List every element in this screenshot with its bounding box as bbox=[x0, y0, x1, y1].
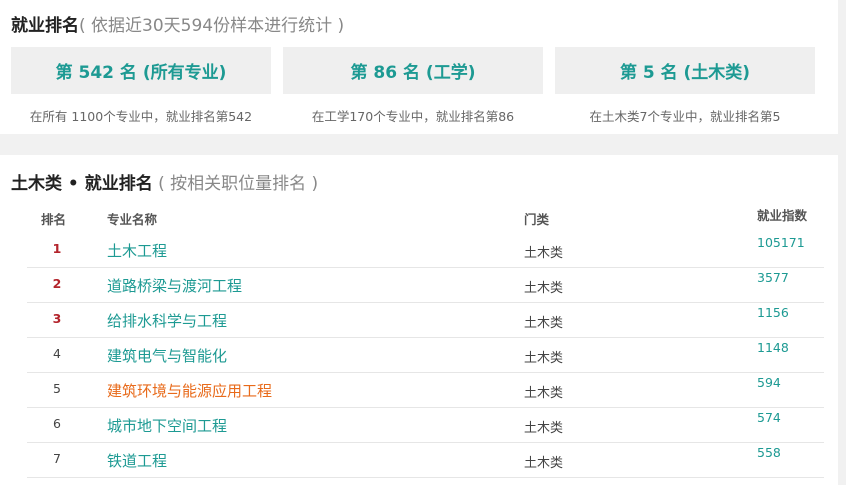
major-name-link[interactable]: 建筑电气与智能化 bbox=[107, 345, 227, 366]
major-name-link[interactable]: 城市地下空间工程 bbox=[107, 415, 227, 436]
section-title: 就业排名( 依据近30天594份样本进行统计 ) bbox=[11, 11, 344, 36]
rank-cell: 5 bbox=[53, 381, 61, 396]
employment-ranking-panel: 就业排名( 依据近30天594份样本进行统计 ) 第 542 名 (所有专业) … bbox=[0, 0, 838, 134]
table-row: 4 建筑电气与智能化 土木类 1148 bbox=[27, 337, 824, 373]
rank-cell: 6 bbox=[53, 416, 61, 431]
section-title-text: 就业排名 bbox=[11, 16, 79, 36]
rank-cell: 3 bbox=[52, 311, 62, 326]
table-row: 6 城市地下空间工程 土木类 574 bbox=[27, 407, 824, 443]
header-name: 专业名称 bbox=[107, 212, 158, 227]
table-subtitle: ( 按相关职位量排名 ) bbox=[158, 174, 319, 194]
category-cell: 土木类 bbox=[524, 316, 564, 331]
header-index: 就业指数 bbox=[757, 208, 808, 223]
index-cell: 574 bbox=[757, 410, 781, 425]
rank-civil-box: 第 5 名 (土木类) bbox=[555, 47, 815, 94]
table-row: 5 建筑环境与能源应用工程 土木类 594 bbox=[27, 372, 824, 408]
rank-engineering-desc: 在工学170个专业中，就业排名第86 bbox=[311, 109, 515, 124]
table-row: 3 给排水科学与工程 土木类 1156 bbox=[27, 302, 824, 338]
header-category: 门类 bbox=[524, 212, 550, 227]
rank-civil-desc: 在土木类7个专业中，就业排名第5 bbox=[589, 109, 781, 124]
major-name-link[interactable]: 给排水科学与工程 bbox=[107, 310, 227, 331]
index-cell: 558 bbox=[757, 445, 781, 460]
index-cell: 3577 bbox=[757, 270, 789, 285]
category-cell: 土木类 bbox=[524, 351, 564, 366]
rank-cell: 1 bbox=[52, 241, 62, 256]
category-cell: 土木类 bbox=[524, 246, 564, 261]
major-name-link[interactable]: 土木工程 bbox=[107, 240, 167, 261]
index-cell: 105171 bbox=[757, 235, 805, 250]
rank-all-majors-box: 第 542 名 (所有专业) bbox=[11, 47, 271, 94]
header-rank: 排名 bbox=[41, 212, 67, 227]
table-row: 7 铁道工程 土木类 558 bbox=[27, 442, 824, 478]
category-cell: 土木类 bbox=[524, 421, 564, 436]
index-cell: 1156 bbox=[757, 305, 789, 320]
table-title: 土木类 • 就业排名 ( 按相关职位量排名 ) bbox=[11, 169, 318, 194]
major-name-link[interactable]: 铁道工程 bbox=[107, 450, 167, 471]
table-row: 1 土木工程 土木类 105171 bbox=[27, 232, 824, 268]
rank-engineering-box: 第 86 名 (工学) bbox=[283, 47, 543, 94]
major-name-link-current[interactable]: 建筑环境与能源应用工程 bbox=[107, 380, 272, 401]
rank-cell: 2 bbox=[52, 276, 62, 291]
index-cell: 594 bbox=[757, 375, 781, 390]
rank-all-majors-desc: 在所有 1100个专业中，就业排名第542 bbox=[29, 109, 253, 124]
category-cell: 土木类 bbox=[524, 281, 564, 296]
rank-cell: 7 bbox=[53, 451, 61, 466]
rank-cell: 4 bbox=[53, 346, 61, 361]
category-cell: 土木类 bbox=[524, 386, 564, 401]
category-ranking-panel: 土木类 • 就业排名 ( 按相关职位量排名 ) 排名 专业名称 门类 就业指数 … bbox=[0, 155, 838, 485]
section-subtitle: ( 依据近30天594份样本进行统计 ) bbox=[79, 16, 345, 36]
table-title-text: 土木类 • 就业排名 bbox=[11, 174, 153, 194]
category-cell: 土木类 bbox=[524, 456, 564, 471]
index-cell: 1148 bbox=[757, 340, 789, 355]
major-name-link[interactable]: 道路桥梁与渡河工程 bbox=[107, 275, 242, 296]
table-row: 2 道路桥梁与渡河工程 土木类 3577 bbox=[27, 267, 824, 303]
